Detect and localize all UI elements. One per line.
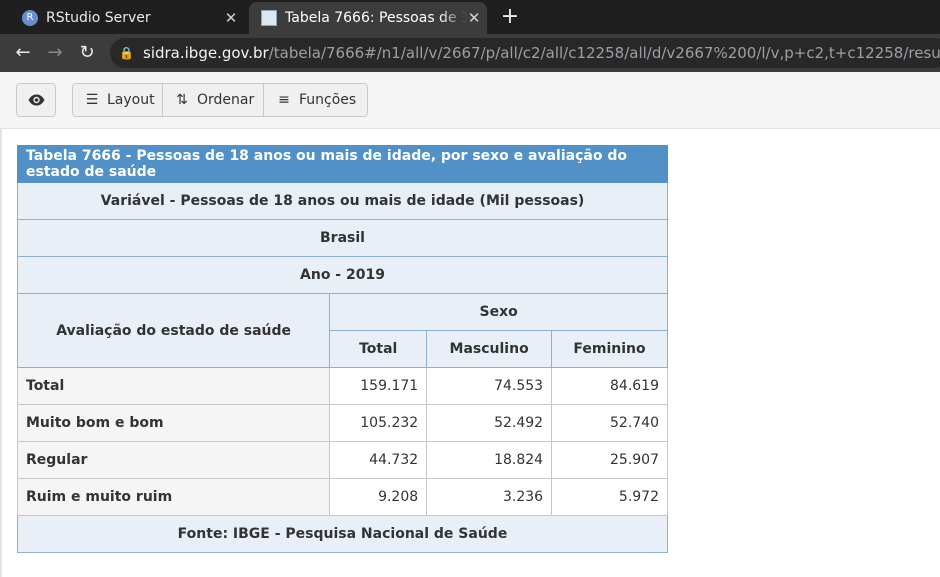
tab-title: RStudio Server bbox=[46, 10, 151, 26]
funcoes-button[interactable]: ≡ Funções bbox=[263, 83, 368, 117]
browser-tab-strip: R RStudio Server ✕ Tabela 7666: Pessoas … bbox=[0, 0, 940, 34]
year-header: Ano - 2019 bbox=[17, 256, 668, 294]
tab-title: Tabela 7666: Pessoas de 18 anos ou mais bbox=[285, 10, 468, 26]
cell-value: 159.171 bbox=[329, 367, 428, 405]
column-header: Feminino bbox=[551, 330, 668, 368]
cell-value: 105.232 bbox=[329, 404, 428, 442]
sexo-group-header: Sexo bbox=[329, 293, 668, 331]
page-content: ☰ Layout ⇅ Ordenar ≡ Funções Tabela 7666… bbox=[0, 72, 940, 577]
column-header: Total bbox=[329, 330, 428, 368]
sidra-favicon-icon bbox=[261, 10, 277, 26]
close-tab-icon[interactable]: ✕ bbox=[467, 9, 481, 27]
forward-icon[interactable]: → bbox=[43, 41, 67, 65]
back-icon[interactable]: ← bbox=[11, 41, 35, 65]
cell-value: 9.208 bbox=[329, 478, 428, 516]
new-tab-icon[interactable]: + bbox=[498, 4, 522, 30]
cell-value: 18.824 bbox=[426, 441, 553, 479]
table-source: Fonte: IBGE - Pesquisa Nacional de Saúde bbox=[17, 515, 668, 553]
url-path: /tabela/7666#/n1/all/v/2667/p/all/c2/all… bbox=[268, 44, 940, 62]
address-bar[interactable]: 🔒 sidra.ibge.gov.br/tabela/7666#/n1/all/… bbox=[110, 38, 940, 68]
table-row: Ruim e muito ruim 9.208 3.236 5.972 bbox=[16, 478, 668, 516]
cell-value: 3.236 bbox=[426, 478, 553, 516]
column-header: Masculino bbox=[426, 330, 553, 368]
table-row: Regular 44.732 18.824 25.907 bbox=[16, 441, 668, 479]
layout-button[interactable]: ☰ Layout bbox=[72, 83, 163, 117]
ordenar-label: Ordenar bbox=[197, 92, 255, 108]
tab-sidra[interactable]: Tabela 7666: Pessoas de 18 anos ou mais … bbox=[249, 2, 487, 34]
row-label: Ruim e muito ruim bbox=[16, 478, 331, 516]
cell-value: 52.740 bbox=[551, 404, 668, 442]
close-tab-icon[interactable]: ✕ bbox=[220, 9, 242, 27]
funcoes-label: Funções bbox=[299, 92, 357, 108]
menu-icon: ≡ bbox=[278, 92, 290, 108]
tab-rstudio[interactable]: R RStudio Server ✕ bbox=[10, 2, 248, 34]
table-row: Muito bom e bom 105.232 52.492 52.740 bbox=[16, 404, 668, 442]
list-icon: ☰ bbox=[85, 92, 99, 108]
cell-value: 44.732 bbox=[329, 441, 428, 479]
browser-toolbar: ← → ↻ 🔒 sidra.ibge.gov.br/tabela/7666#/n… bbox=[0, 34, 940, 72]
cell-value: 5.972 bbox=[551, 478, 668, 516]
sort-icon: ⇅ bbox=[176, 92, 188, 108]
eye-icon bbox=[28, 94, 44, 106]
cell-value: 25.907 bbox=[551, 441, 668, 479]
variable-header: Variável - Pessoas de 18 anos ou mais de… bbox=[17, 182, 668, 220]
row-label: Total bbox=[16, 367, 331, 405]
ordenar-button[interactable]: ⇅ Ordenar bbox=[162, 83, 264, 117]
cell-value: 74.553 bbox=[426, 367, 553, 405]
cell-value: 52.492 bbox=[426, 404, 553, 442]
lock-icon: 🔒 bbox=[119, 46, 134, 60]
rstudio-favicon-icon: R bbox=[22, 10, 38, 26]
row-label: Regular bbox=[16, 441, 331, 479]
url-text: sidra.ibge.gov.br/tabela/7666#/n1/all/v/… bbox=[143, 38, 940, 68]
row-label: Muito bom e bom bbox=[16, 404, 331, 442]
reload-icon[interactable]: ↻ bbox=[75, 41, 99, 65]
row-dimension-header: Avaliação do estado de saúde bbox=[16, 293, 331, 368]
table-row: Total 159.171 74.553 84.619 bbox=[16, 367, 668, 405]
toggle-view-button[interactable] bbox=[16, 83, 56, 117]
table-caption: Tabela 7666 - Pessoas de 18 anos ou mais… bbox=[17, 145, 668, 183]
url-host: sidra.ibge.gov.br bbox=[143, 44, 269, 62]
region-header: Brasil bbox=[17, 219, 668, 257]
layout-label: Layout bbox=[107, 92, 155, 108]
cell-value: 84.619 bbox=[551, 367, 668, 405]
results-table: Tabela 7666 - Pessoas de 18 anos ou mais… bbox=[16, 145, 668, 553]
